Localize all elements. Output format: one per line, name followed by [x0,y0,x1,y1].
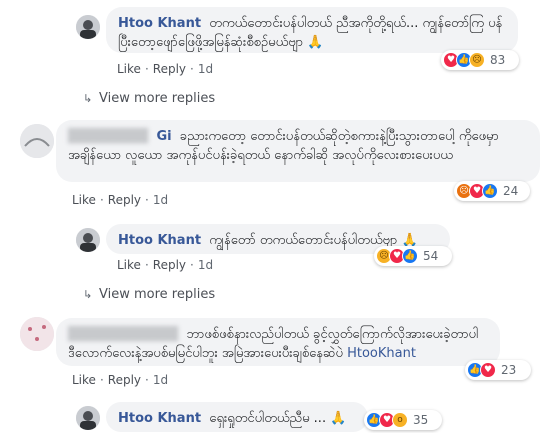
like-reaction-icon: 👍 [402,248,418,264]
avatar[interactable] [76,228,100,252]
sad-reaction-icon: ☹ [469,52,485,68]
wow-reaction-icon: o [392,412,408,428]
comment-actions: Like · Reply · 1d [117,258,214,272]
comment-author-visible[interactable]: Gi [157,129,172,144]
comment-author[interactable]: Htoo Khant [118,16,201,31]
reaction-count: 83 [490,53,506,67]
reply-arrow-icon: ↳ [83,92,93,105]
like-link[interactable]: Like [72,373,96,387]
comment-time[interactable]: 1d [198,62,213,76]
comment-bubble: ███████████ ဘာဖစ်ဖစ်နားလည်ပါတယ် ခွင့်လွှ… [56,318,500,366]
reaction-count: 24 [503,184,519,198]
comment-author[interactable]: ███████████ [68,327,183,342]
reaction-summary[interactable]: ♥ 👍 ☹ 83 [441,50,519,70]
view-more-replies[interactable]: ↳ View more replies [83,91,215,107]
avatar[interactable] [20,124,54,158]
reaction-summary[interactable]: ☹ ♥ 👍 24 [454,181,530,201]
like-link[interactable]: Like [72,193,96,207]
comment-bubble: Htoo Khant တကယ်တောင်းပန်ပါတယ် ညီအကိုတို့… [106,7,518,53]
reply-link[interactable]: Reply [153,258,186,272]
comment-author[interactable]: Htoo Khant [118,233,201,248]
comment-time[interactable]: 1d [153,373,168,387]
reaction-count: 54 [423,249,439,263]
reply-arrow-icon: ↳ [83,288,93,301]
reply-link[interactable]: Reply [153,62,186,76]
comment-time[interactable]: 1d [153,193,168,207]
like-link[interactable]: Like [117,258,141,272]
reply-link[interactable]: Reply [108,193,141,207]
comment-actions: Like · Reply · 1d [72,193,169,207]
comment-author[interactable]: ████████ [68,129,153,144]
view-more-label: View more replies [99,91,216,106]
reaction-count: 35 [413,413,429,427]
avatar[interactable] [20,317,54,351]
reply-link[interactable]: Reply [108,373,141,387]
view-more-replies[interactable]: ↳ View more replies [83,287,215,303]
avatar[interactable] [76,15,100,39]
reaction-summary[interactable]: 👍 ♥ 23 [465,360,531,380]
comment-time[interactable]: 1d [198,258,213,272]
like-reaction-icon: 👍 [482,183,498,199]
like-link[interactable]: Like [117,62,141,76]
view-more-label: View more replies [99,287,216,302]
comment-bubble: Htoo Khant ရှေးရှုတင်ပါတယ်ညီမ ... 🙏 [106,402,368,432]
mention-link[interactable]: HtooKhant [347,346,416,361]
comment-actions: Like · Reply · 1d [117,62,214,76]
love-reaction-icon: ♥ [480,362,496,378]
comment-bubble: ████████ Gi ခညားကတော့ တောင်းပန်တယ်ဆိုတဲ့… [56,120,540,182]
reaction-summary[interactable]: 👍 ♥ o 35 [364,410,442,430]
comment-author[interactable]: Htoo Khant [118,411,201,426]
avatar[interactable] [76,406,100,430]
reaction-summary[interactable]: ☹ ♥ 👍 54 [374,246,452,266]
comment-actions: Like · Reply · 1d [72,373,169,387]
comment-text: ရှေးရှုတင်ပါတယ်ညီမ ... 🙏 [209,411,347,426]
reaction-count: 23 [501,363,517,377]
